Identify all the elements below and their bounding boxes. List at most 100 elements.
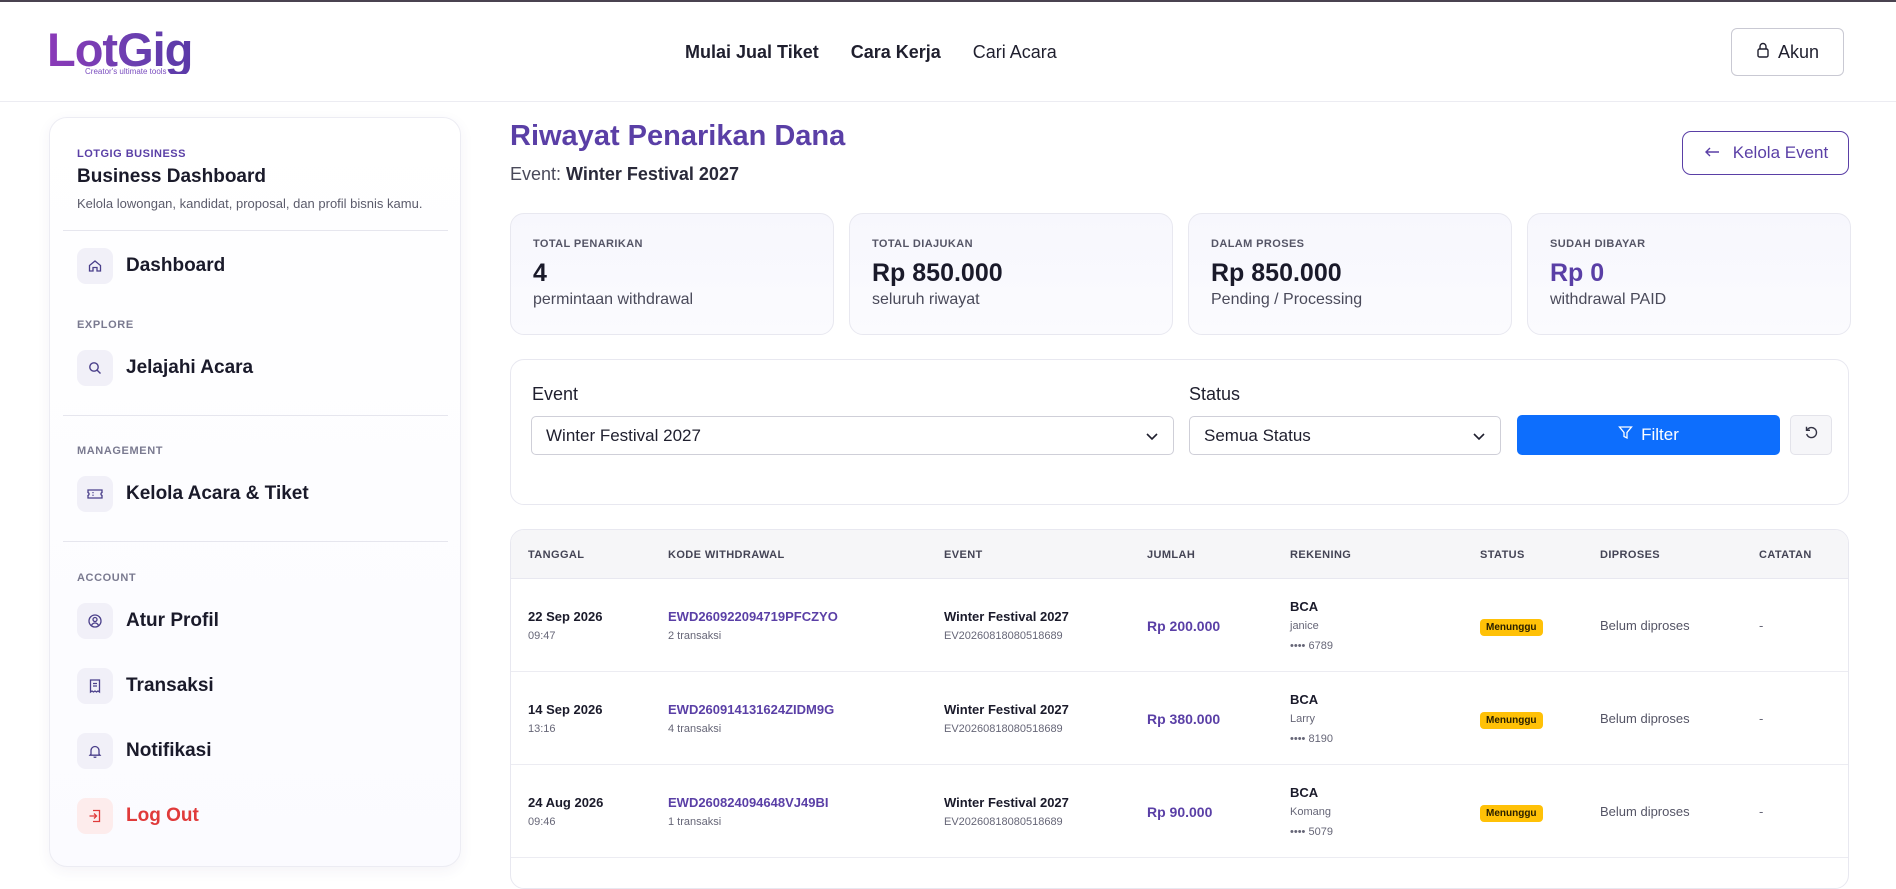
col-jumlah: JUMLAH: [1147, 549, 1196, 561]
col-diproses: DIPROSES: [1600, 549, 1661, 561]
kelola-event-label: Kelola Event: [1732, 143, 1829, 162]
sidebar-section-management: MANAGEMENT: [77, 445, 164, 457]
status-filter-label: Status: [1189, 384, 1241, 404]
stat-sub: seluruh riwayat: [872, 291, 980, 308]
filter-button-label: Filter: [1641, 425, 1679, 444]
status-select[interactable]: Semua Status: [1189, 416, 1501, 455]
row-time: 09:46: [528, 816, 556, 828]
chevron-down-icon: [1472, 426, 1486, 446]
event-select[interactable]: Winter Festival 2027: [531, 416, 1174, 455]
status-badge: Menunggu: [1480, 712, 1543, 729]
filter-card: Event Winter Festival 2027 Status Semua …: [510, 359, 1849, 505]
row-note: -: [1759, 618, 1764, 633]
account-button-label: Akun: [1777, 41, 1820, 62]
brand-logo[interactable]: LotGig Creator's ultimate tools: [47, 26, 193, 77]
kelola-event-button[interactable]: Kelola Event: [1682, 131, 1849, 175]
sidebar-item-dashboard[interactable]: Dashboard: [77, 248, 225, 284]
row-account-holder: Larry: [1290, 713, 1316, 725]
row-withdrawal-code[interactable]: EWD260922094719PFCZYO: [668, 609, 838, 624]
lock-icon: [1756, 42, 1770, 63]
row-transaction-count: 1 transaksi: [668, 816, 722, 828]
sidebar-item-label: Atur Profil: [126, 610, 219, 631]
stat-key: TOTAL DIAJUKAN: [872, 238, 973, 250]
stat-key: TOTAL PENARIKAN: [533, 238, 643, 250]
sidebar-item-atur-profil[interactable]: Atur Profil: [77, 603, 219, 639]
chevron-down-icon: [1145, 426, 1159, 446]
sidebar: LOTGIG BUSINESS Business Dashboard Kelol…: [49, 117, 461, 867]
row-withdrawal-code[interactable]: EWD260914131624ZIDM9G: [668, 702, 834, 717]
row-date: 14 Sep 2026: [528, 702, 603, 717]
receipt-icon: [77, 668, 113, 704]
reset-button[interactable]: [1790, 415, 1832, 455]
page-title: Riwayat Penarikan Dana: [510, 120, 846, 152]
withdrawal-table: TANGGAL KODE WITHDRAWAL EVENT JUMLAH REK…: [510, 529, 1849, 889]
arrow-left-icon: [1703, 143, 1721, 163]
sidebar-item-label: Jelajahi Acara: [126, 357, 254, 378]
logout-icon: [77, 798, 113, 834]
home-icon: [77, 248, 113, 284]
row-processed: Belum diproses: [1600, 618, 1690, 633]
row-bank: BCA: [1290, 599, 1319, 614]
sidebar-divider: [63, 541, 448, 542]
row-event-id: EV20260818080518689: [944, 630, 1063, 642]
stat-card-sudah-dibayar: SUDAH DIBAYAR Rp 0 withdrawal PAID: [1527, 213, 1851, 335]
stat-sub: withdrawal PAID: [1550, 291, 1667, 308]
event-prefix: Event:: [510, 164, 562, 184]
row-transaction-count: 4 transaksi: [668, 723, 722, 735]
col-tanggal: TANGGAL: [528, 549, 585, 561]
ticket-icon: [77, 476, 113, 512]
sidebar-item-notifikasi[interactable]: Notifikasi: [77, 733, 212, 769]
nav-cara-kerja[interactable]: Cara Kerja: [851, 42, 941, 63]
row-note: -: [1759, 804, 1764, 819]
stat-value: Rp 850.000: [1211, 259, 1342, 287]
sidebar-item-jelajahi-acara[interactable]: Jelajahi Acara: [77, 350, 253, 386]
sidebar-item-logout[interactable]: Log Out: [77, 798, 199, 834]
table-row: 24 Aug 2026 09:46 EWD260824094648VJ49BI …: [511, 765, 1848, 858]
sidebar-description: Kelola lowongan, kandidat, proposal, dan…: [77, 196, 423, 211]
row-account-holder: janice: [1290, 620, 1319, 632]
status-badge: Menunggu: [1480, 805, 1543, 822]
sidebar-item-kelola-acara[interactable]: Kelola Acara & Tiket: [77, 476, 309, 512]
row-bank: BCA: [1290, 692, 1319, 707]
col-rekening: REKENING: [1290, 549, 1352, 561]
sidebar-title: Business Dashboard: [77, 166, 266, 187]
sidebar-item-label: Kelola Acara & Tiket: [126, 483, 309, 504]
nav-cari-acara[interactable]: Cari Acara: [973, 42, 1057, 63]
sidebar-item-label: Transaksi: [126, 675, 214, 696]
sidebar-item-label: Log Out: [126, 805, 199, 826]
col-kode-withdrawal: KODE WITHDRAWAL: [668, 549, 785, 561]
row-date: 22 Sep 2026: [528, 609, 603, 624]
funnel-icon: [1618, 425, 1633, 445]
row-amount: Rp 380.000: [1147, 711, 1221, 727]
row-amount: Rp 200.000: [1147, 618, 1221, 634]
event-name: Winter Festival 2027: [566, 164, 739, 184]
row-withdrawal-code[interactable]: EWD260824094648VJ49BI: [668, 795, 828, 810]
event-filter-label: Event: [532, 384, 579, 404]
filter-button[interactable]: Filter: [1517, 415, 1780, 455]
stat-sub: Pending / Processing: [1211, 291, 1363, 308]
event-select-value: Winter Festival 2027: [546, 425, 701, 445]
row-event-name: Winter Festival 2027: [944, 702, 1069, 717]
row-note: -: [1759, 711, 1764, 726]
row-event-name: Winter Festival 2027: [944, 795, 1069, 810]
row-processed: Belum diproses: [1600, 711, 1690, 726]
stat-sub: permintaan withdrawal: [533, 291, 694, 308]
top-header: LotGig Creator's ultimate tools Mulai Ju…: [0, 2, 1896, 102]
col-catatan: CATATAN: [1759, 549, 1812, 561]
stat-value: 4: [533, 259, 547, 287]
stat-card-total-diajukan: TOTAL DIAJUKAN Rp 850.000 seluruh riwaya…: [849, 213, 1173, 335]
table-row: 14 Sep 2026 13:16 EWD260914131624ZIDM9G …: [511, 672, 1848, 765]
row-account-number: •••• 5079: [1290, 826, 1333, 838]
row-processed: Belum diproses: [1600, 804, 1690, 819]
stat-value: Rp 850.000: [872, 259, 1003, 287]
account-button[interactable]: Akun: [1731, 28, 1844, 76]
sidebar-item-label: Dashboard: [126, 255, 226, 276]
page-subtitle: Event: Winter Festival 2027: [510, 164, 739, 185]
user-circle-icon: [77, 603, 113, 639]
sidebar-item-transaksi[interactable]: Transaksi: [77, 668, 214, 704]
row-account-number: •••• 8190: [1290, 733, 1333, 745]
status-select-value: Semua Status: [1204, 425, 1311, 445]
row-account-number: •••• 6789: [1290, 640, 1333, 652]
row-bank: BCA: [1290, 785, 1319, 800]
nav-mulai-jual-tiket[interactable]: Mulai Jual Tiket: [685, 42, 819, 63]
